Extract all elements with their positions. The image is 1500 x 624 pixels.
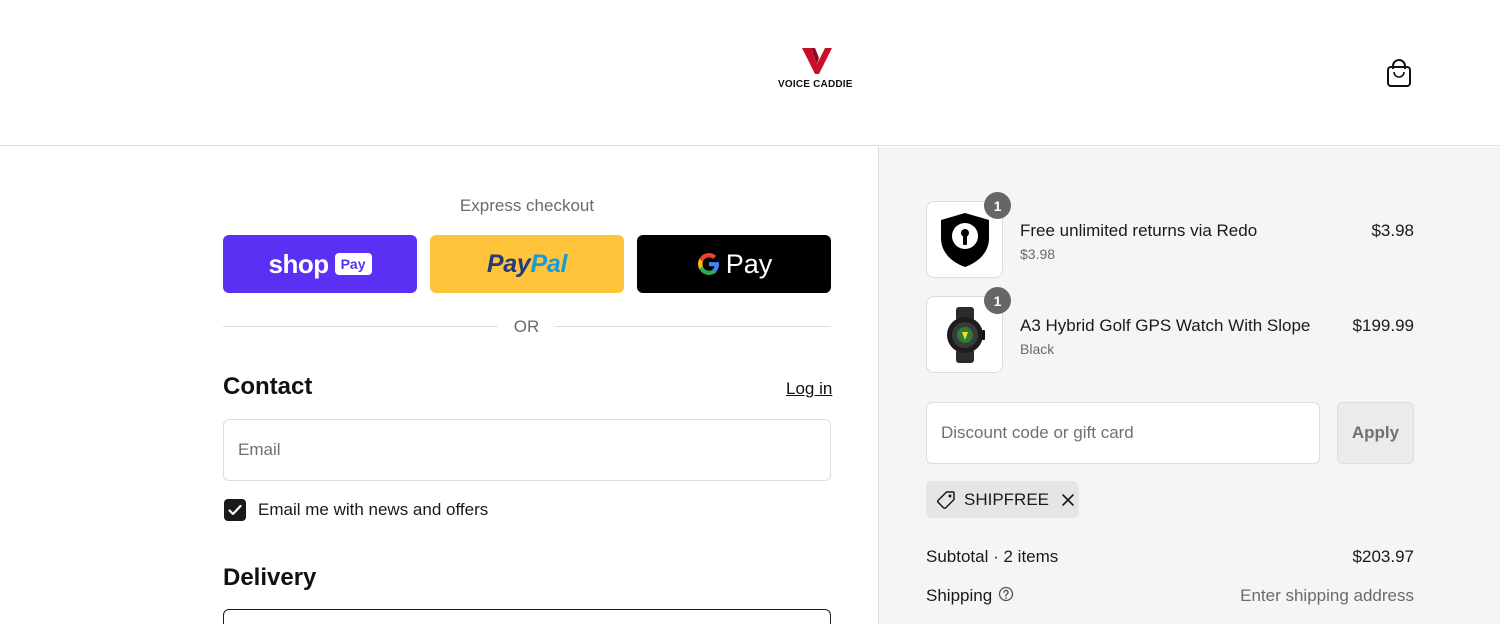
cart-item-price: $199.99 [1352, 316, 1414, 335]
delivery-title: Delivery [223, 564, 317, 591]
newsletter-checkbox[interactable] [224, 499, 246, 521]
google-g-icon [697, 253, 719, 275]
checkout-main: Express checkout shop Pay PayPal Pay OR … [0, 147, 878, 624]
paypal-button[interactable]: PayPal [430, 235, 624, 293]
quantity-badge: 1 [984, 192, 1011, 219]
shipping-label: Shipping [926, 586, 993, 605]
checkmark-icon [228, 504, 242, 516]
cart-item-name: A3 Hybrid Golf GPS Watch With Slope [1020, 316, 1311, 335]
discount-code-input[interactable] [926, 402, 1320, 464]
google-pay-label: Pay [725, 248, 773, 279]
shopping-bag-icon[interactable] [1385, 58, 1413, 88]
cart-item-subtitle: $3.98 [1020, 246, 1056, 262]
cart-item: 1 A3 Hybrid Golf GPS Watch With Slope Bl… [926, 287, 1414, 374]
shop-pay-button[interactable]: shop Pay [223, 235, 417, 293]
apply-discount-button[interactable]: Apply [1337, 402, 1414, 464]
help-circle-icon[interactable] [998, 586, 1014, 607]
applied-discount-chip: SHIPFREE [926, 481, 1079, 518]
delivery-method-field[interactable] [223, 609, 831, 624]
express-checkout-title: Express checkout [459, 196, 595, 215]
or-divider-label: OR [513, 317, 540, 336]
voice-caddie-logo[interactable]: VOICE CADDIE [770, 46, 864, 94]
google-pay-button[interactable]: Pay [637, 235, 831, 293]
or-divider-left [223, 326, 498, 327]
logo-text: VOICE CADDIE [778, 79, 853, 90]
subtotal-label: Subtotal · 2 items [926, 547, 1059, 566]
subtotal-row: Subtotal · 2 items $203.97 [926, 547, 1414, 567]
shop-pay-wordmark: shop [268, 248, 329, 279]
discount-code-label: SHIPFREE [964, 489, 1050, 509]
watch-icon [946, 306, 985, 363]
quantity-badge: 1 [984, 287, 1011, 314]
paypal-wordmark: PayPal [486, 249, 568, 278]
newsletter-label: Email me with news and offers [258, 500, 489, 519]
shop-pay-badge: Pay [334, 253, 372, 275]
checkout-header: VOICE CADDIE [0, 0, 1500, 146]
cart-item: 1 Free unlimited returns via Redo $3.98 … [926, 192, 1414, 279]
email-field[interactable] [223, 419, 831, 481]
remove-discount-button[interactable] [1061, 493, 1075, 507]
close-icon [1062, 493, 1074, 506]
subtotal-value: $203.97 [1352, 547, 1414, 566]
shipping-value: Enter shipping address [1240, 586, 1414, 605]
logo-mark-icon [802, 48, 832, 74]
contact-title: Contact [223, 373, 313, 400]
shield-keyhole-icon [940, 212, 989, 267]
cart-item-variant: Black [1020, 341, 1055, 357]
tag-icon [936, 490, 955, 509]
cart-item-name: Free unlimited returns via Redo [1020, 221, 1258, 240]
cart-item-price: $3.98 [1371, 221, 1414, 240]
shipping-row: Shipping Enter shipping address [926, 586, 1414, 607]
order-summary: 1 Free unlimited returns via Redo $3.98 … [878, 147, 1500, 624]
or-divider-right [555, 326, 831, 327]
log-in-link[interactable]: Log in [786, 379, 832, 399]
